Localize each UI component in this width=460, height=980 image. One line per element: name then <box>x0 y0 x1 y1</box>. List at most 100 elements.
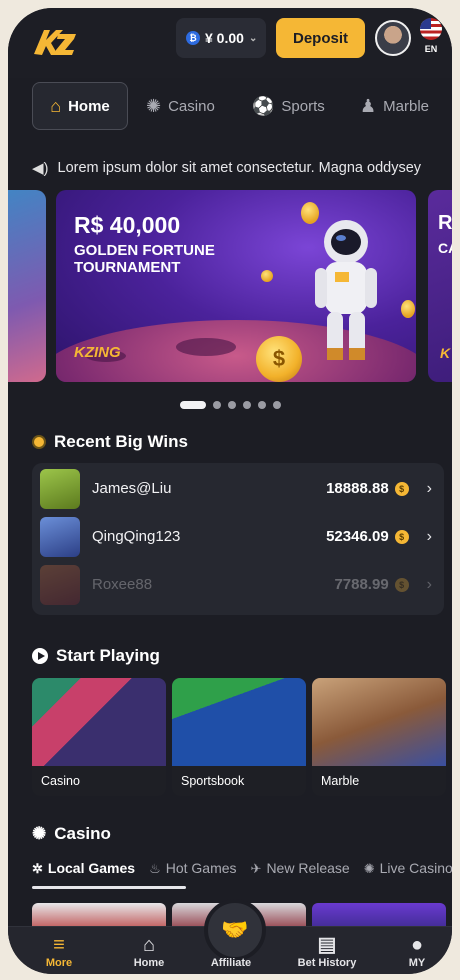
marble-card[interactable]: Marble <box>312 678 446 796</box>
nav-label: Home <box>133 957 165 969</box>
banner-carousel[interactable]: R$ 40,000 GOLDEN FORTUNE TOURNAMENT KZIN… <box>8 190 452 382</box>
win-row[interactable]: Roxee88 7788.99 $ › <box>32 561 444 608</box>
wallet-balance-dropdown[interactable]: ₿ ¥ 0.00 ⌄ <box>176 18 266 58</box>
roulette-icon: ✺ <box>32 824 47 843</box>
announcement-bar: ◀) Lorem ipsum dolor sit amet consectetu… <box>32 156 452 180</box>
house-icon: ⌂ <box>50 95 62 116</box>
winner-username: QingQing123 <box>92 528 181 545</box>
chevron-right-icon: › <box>426 479 432 497</box>
tab-label: Sports <box>281 97 325 115</box>
nav-more[interactable]: ≡ More <box>24 933 94 969</box>
subtab-new-release[interactable]: ✈ New Release <box>251 860 350 877</box>
coin-icon <box>32 435 46 449</box>
ball-icon: ⚽ <box>252 95 275 116</box>
start-playing-heading: Start Playing <box>32 646 160 666</box>
banner-title: R$ 40,000 <box>74 212 181 238</box>
pagination-dot[interactable] <box>272 401 281 409</box>
tab-sports[interactable]: ⚽ Sports <box>252 82 325 130</box>
win-amount: 7788.99 <box>334 576 389 593</box>
roulette-icon: ✺ <box>146 95 162 116</box>
pagination-dot-active[interactable] <box>179 401 206 409</box>
tab-home[interactable]: ⌂ Home <box>32 82 128 130</box>
card-label: Marble <box>312 766 446 796</box>
nav-label: MY <box>408 957 426 969</box>
nav-my[interactable]: ● MY <box>382 933 452 969</box>
top-bar: ₿ ¥ 0.00 ⌄ Deposit EN <box>8 8 452 78</box>
coin-icon: $ <box>394 529 409 544</box>
game-thumbnail <box>40 564 80 605</box>
carousel-pagination <box>8 400 452 410</box>
subtab-live-casino[interactable]: ✺ Live Casino <box>364 860 452 877</box>
casino-subtabs: ✲ Local Games ♨ Hot Games ✈ New Release ✺ Li… <box>32 856 452 880</box>
nav-label: Bet History <box>297 957 357 969</box>
section-title: Recent Big Wins <box>54 432 188 451</box>
nav-bet-history[interactable]: ▤ Bet History <box>292 933 362 969</box>
nav-affiliate[interactable]: Affiliate <box>196 957 266 969</box>
tab-label: Marble <box>383 97 429 115</box>
announcement-text: Lorem ipsum dolor sit amet consectetur. … <box>57 160 422 176</box>
rocket-icon: ✈ <box>250 860 262 876</box>
banner-subtitle: GOLDEN FORTUNE TOURNAMENT <box>74 242 215 276</box>
game-thumbnail <box>40 516 80 557</box>
astronaut-graphic <box>315 220 377 360</box>
main-nav: ⌂ Home ✺ Casino ⚽ Sports ♟ Marble <box>8 82 452 134</box>
next-banner-subtitle: CA <box>438 240 452 256</box>
kz-logo[interactable] <box>30 24 80 62</box>
casino-card[interactable]: Casino <box>32 678 166 796</box>
play-icon <box>32 648 48 664</box>
nav-home[interactable]: ⌂ Home <box>114 933 184 969</box>
language-code: EN <box>424 44 438 54</box>
currency-coin-icon: ₿ <box>186 31 200 45</box>
tab-label: Casino <box>168 97 215 115</box>
casino-card-image <box>32 678 166 766</box>
tab-casino[interactable]: ✺ Casino <box>146 82 215 130</box>
win-row[interactable]: James@Liu 18888.88 $ › <box>32 465 444 512</box>
marble-card-image <box>312 678 446 766</box>
deposit-button[interactable]: Deposit <box>276 18 365 58</box>
tab-label: Home <box>68 97 110 115</box>
pagination-dot[interactable] <box>227 401 236 409</box>
subtab-label: Hot Games <box>165 859 237 876</box>
next-banner-brand: K <box>440 345 451 361</box>
banner-prev[interactable] <box>8 190 46 382</box>
house-icon: ⌂ <box>142 934 156 956</box>
banner-next[interactable]: R CA K <box>428 190 452 382</box>
banner-main[interactable]: R$ 40,000 GOLDEN FORTUNE TOURNAMENT KZIN… <box>56 190 416 382</box>
nav-label: Affiliate <box>210 957 252 969</box>
pagination-dot[interactable] <box>257 401 266 409</box>
card-label: Casino <box>32 766 166 796</box>
avatar[interactable] <box>375 20 411 56</box>
language-selector[interactable]: EN <box>418 18 444 54</box>
sportsbook-card[interactable]: Sportsbook <box>172 678 306 796</box>
subtab-label: Local Games <box>47 859 136 876</box>
section-title: Casino <box>54 824 111 843</box>
win-row[interactable]: QingQing123 52346.09 $ › <box>32 513 444 560</box>
receipt-icon: ▤ <box>317 934 337 956</box>
handshake-icon[interactable]: 🤝 <box>204 899 266 961</box>
speaker-icon: ◀) <box>32 160 49 177</box>
local-icon: ✲ <box>32 860 43 876</box>
crater-graphic <box>176 338 236 356</box>
coin-icon: $ <box>394 481 409 496</box>
chevron-down-icon: ⌄ <box>248 32 258 44</box>
subtab-local-games[interactable]: ✲ Local Games <box>32 860 135 877</box>
balance-amount: ¥ 0.00 <box>205 30 244 46</box>
coin-icon: $ <box>394 577 409 592</box>
subtab-hot-games[interactable]: ♨ Hot Games <box>149 860 236 877</box>
coin-graphic <box>401 300 415 318</box>
bottom-nav: ≡ More ⌂ Home 🤝 Affiliate ▤ Bet History … <box>8 899 452 974</box>
dollar-coin-icon: $ <box>256 336 302 382</box>
section-title: Start Playing <box>56 646 160 665</box>
user-icon: ● <box>410 934 424 956</box>
pagination-dot[interactable] <box>242 401 251 409</box>
coin-graphic <box>301 202 319 224</box>
recent-wins-list: James@Liu 18888.88 $ › QingQing123 52346… <box>32 463 444 615</box>
winner-username: James@Liu <box>92 480 172 497</box>
pagination-dot[interactable] <box>212 401 221 409</box>
subtab-label: Live Casino <box>379 859 452 876</box>
phone-screen: ₿ ¥ 0.00 ⌄ Deposit EN ⌂ Home ✺ Casino ⚽ … <box>8 8 452 974</box>
tab-marble[interactable]: ♟ Marble <box>360 82 429 130</box>
start-playing-cards: Casino Sportsbook Marble <box>32 678 452 796</box>
subtab-active-indicator <box>32 886 186 889</box>
banner-brand: KZING <box>74 344 121 361</box>
